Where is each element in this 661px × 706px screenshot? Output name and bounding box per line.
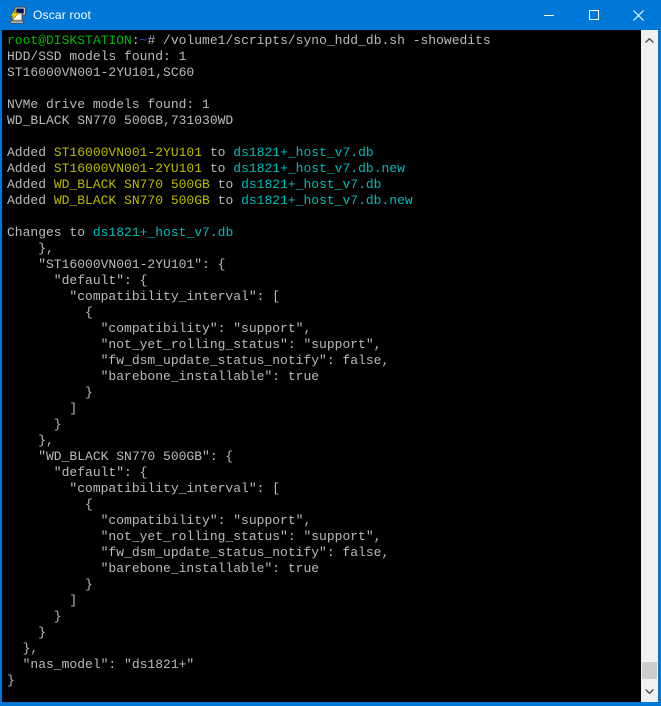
chevron-down-icon (645, 689, 654, 694)
scroll-down-button[interactable] (641, 683, 658, 700)
terminal-line: } (7, 673, 641, 689)
terminal-line: "WD_BLACK SN770 500GB": { (7, 449, 641, 465)
terminal-line: "compatibility": "support", (7, 513, 641, 529)
terminal-line: ST16000VN001-2YU101,SC60 (7, 65, 641, 81)
terminal-line: "not_yet_rolling_status": "support", (7, 337, 641, 353)
terminal-line: "default": { (7, 465, 641, 481)
terminal-line: "fw_dsm_update_status_notify": false, (7, 545, 641, 561)
terminal-line: }, (7, 433, 641, 449)
terminal-line: root@DISKSTATION:~# /volume1/scripts/syn… (7, 33, 641, 49)
terminal-line: "compatibility_interval": [ (7, 289, 641, 305)
terminal-line: }, (7, 641, 641, 657)
maximize-button[interactable] (571, 0, 616, 30)
terminal-line: "fw_dsm_update_status_notify": false, (7, 353, 641, 369)
minimize-icon (544, 15, 554, 16)
terminal-line: } (7, 417, 641, 433)
terminal-line: Added ST16000VN001-2YU101 to ds1821+_hos… (7, 161, 641, 177)
terminal-line: "compatibility": "support", (7, 321, 641, 337)
title-bar[interactable]: Oscar root (0, 0, 661, 30)
maximize-icon (589, 10, 599, 20)
terminal-line: HDD/SSD models found: 1 (7, 49, 641, 65)
scrollbar-thumb[interactable] (642, 662, 657, 679)
terminal-line: "default": { (7, 273, 641, 289)
scroll-up-button[interactable] (641, 32, 658, 49)
terminal-output[interactable]: root@DISKSTATION:~# /volume1/scripts/syn… (2, 30, 641, 702)
terminal-line (7, 129, 641, 145)
terminal-line: { (7, 497, 641, 513)
terminal-line: "barebone_installable": true (7, 561, 641, 577)
terminal-line: WD_BLACK SN770 500GB,731030WD (7, 113, 641, 129)
terminal-line: } (7, 609, 641, 625)
terminal-line (7, 81, 641, 97)
terminal-line: NVMe drive models found: 1 (7, 97, 641, 113)
minimize-button[interactable] (526, 0, 571, 30)
scrollbar[interactable] (641, 30, 658, 702)
terminal-line: Added WD_BLACK SN770 500GB to ds1821+_ho… (7, 177, 641, 193)
close-icon (633, 10, 644, 21)
terminal-line: }, (7, 241, 641, 257)
terminal-line: } (7, 625, 641, 641)
terminal-line: } (7, 577, 641, 593)
terminal-body: root@DISKSTATION:~# /volume1/scripts/syn… (2, 30, 658, 702)
terminal-line: ] (7, 401, 641, 417)
close-button[interactable] (616, 0, 661, 30)
terminal-line: "compatibility_interval": [ (7, 481, 641, 497)
putty-window: Oscar root root@DISKSTATION:~# /volume1/… (0, 0, 661, 706)
terminal-line: } (7, 385, 641, 401)
terminal-line (7, 209, 641, 225)
terminal-line: "barebone_installable": true (7, 369, 641, 385)
chevron-up-icon (645, 38, 654, 43)
terminal-line: "not_yet_rolling_status": "support", (7, 529, 641, 545)
terminal-line: Added ST16000VN001-2YU101 to ds1821+_hos… (7, 145, 641, 161)
terminal-line: { (7, 305, 641, 321)
terminal-line: ] (7, 593, 641, 609)
terminal-line: "nas_model": "ds1821+" (7, 657, 641, 673)
terminal-line: Changes to ds1821+_host_v7.db (7, 225, 641, 241)
terminal-line: Added WD_BLACK SN770 500GB to ds1821+_ho… (7, 193, 641, 209)
putty-icon (8, 6, 26, 24)
terminal-line: "ST16000VN001-2YU101": { (7, 257, 641, 273)
window-title: Oscar root (33, 8, 526, 22)
